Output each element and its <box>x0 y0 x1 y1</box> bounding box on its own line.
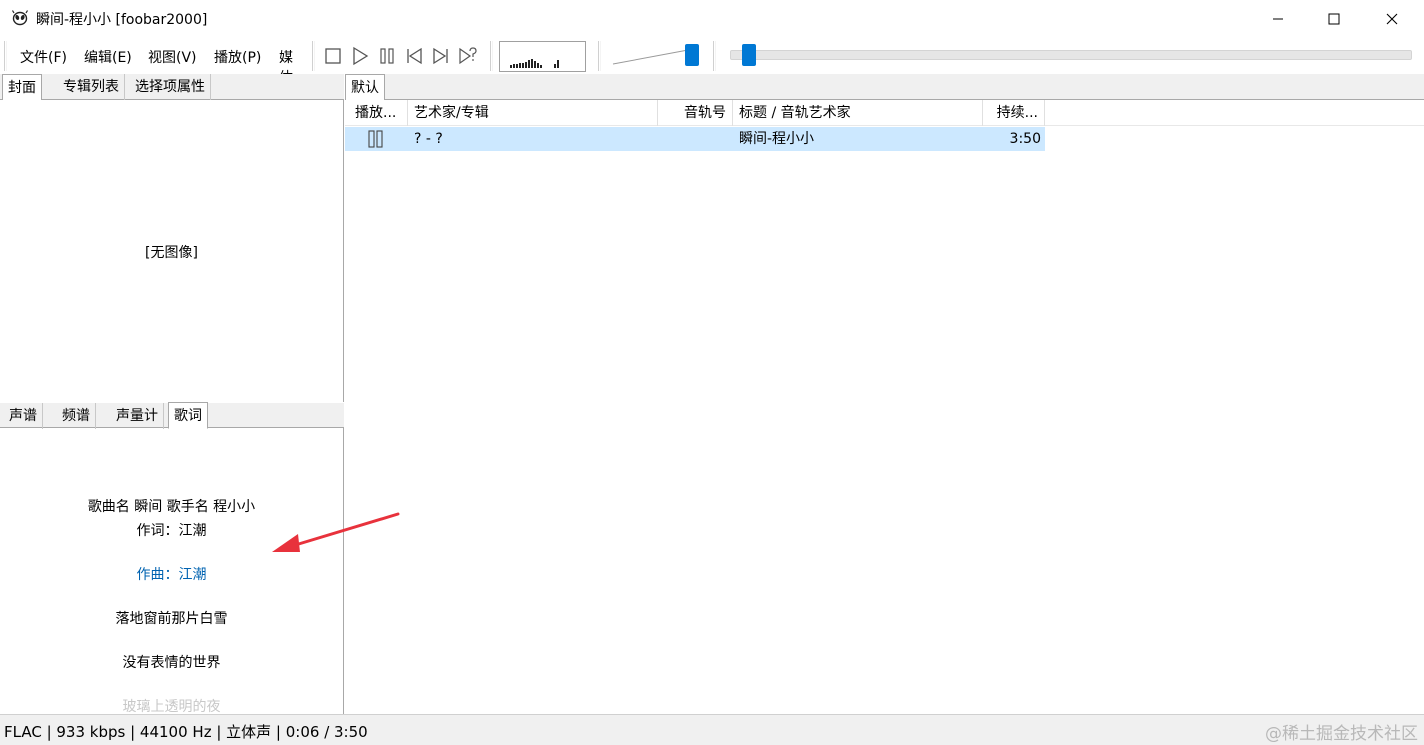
menu-library[interactable]: 媒体库(L) <box>279 47 306 74</box>
tab-vu-meter[interactable]: 声量计 <box>111 403 164 429</box>
play-icon[interactable] <box>350 46 370 66</box>
spectrum-visualizer[interactable] <box>499 41 586 72</box>
menu-playback[interactable]: 播放(P) <box>214 47 261 67</box>
lyric-line: 落地窗前那片白雪 <box>115 611 228 627</box>
tab-lyrics[interactable]: 歌词 <box>168 402 208 429</box>
menu-edit[interactable]: 编辑(E) <box>84 47 132 67</box>
tab-selection-properties[interactable]: 选择项属性 <box>130 74 211 100</box>
playlist-tabstrip: 默认 <box>345 74 1424 101</box>
column-header-artist-album[interactable]: 艺术家/专辑 <box>408 100 658 126</box>
menu-bar: 文件(F) 编辑(E) 视图(V) 播放(P) 媒体库(L) <box>0 38 306 74</box>
status-bar: FLAC | 933 kbps | 44100 Hz | 立体声 | 0:06 … <box>0 714 1424 745</box>
pause-icon[interactable] <box>377 46 397 66</box>
spectrum-bars-icon <box>510 59 559 68</box>
tab-spectrum[interactable]: 频谱 <box>57 403 96 429</box>
cell-artist-album: ? - ? <box>414 131 443 147</box>
pause-icon <box>368 130 383 148</box>
annotation-arrow-icon <box>272 512 400 552</box>
tab-default-playlist[interactable]: 默认 <box>345 74 385 101</box>
column-header-track-number[interactable]: 音轨号 <box>658 100 733 126</box>
window-title: 瞬间-程小小 [foobar2000] <box>36 12 208 28</box>
cell-duration: 3:50 <box>1009 131 1041 147</box>
close-icon <box>1386 13 1398 25</box>
close-button[interactable] <box>1363 0 1421 38</box>
tab-cover[interactable]: 封面 <box>2 74 42 101</box>
seek-bar-thumb[interactable] <box>742 44 756 66</box>
minimize-icon <box>1273 18 1283 20</box>
menu-file[interactable]: 文件(F) <box>20 47 67 67</box>
foobar-app-icon <box>11 10 29 26</box>
watermark: @稀土掘金技术社区 <box>1265 724 1418 744</box>
seek-bar[interactable] <box>730 50 1412 60</box>
maximize-button[interactable] <box>1305 0 1363 38</box>
no-image-placeholder: [无图像] <box>145 245 198 261</box>
column-header-title[interactable]: 标题 / 音轨艺术家 <box>733 100 983 126</box>
cell-track-number <box>675 127 727 151</box>
next-icon[interactable] <box>431 46 451 66</box>
left-bottom-tabstrip: 声谱 频谱 声量计 歌词 <box>0 402 344 429</box>
lyric-line-current: 作曲：江潮 <box>136 567 207 583</box>
maximize-icon <box>1328 13 1340 25</box>
previous-icon[interactable] <box>404 46 424 66</box>
left-top-tabstrip: 封面 专辑列表 选择项属性 <box>0 74 344 101</box>
cell-title: 瞬间-程小小 <box>739 131 815 147</box>
volume-slider-thumb[interactable] <box>685 44 699 66</box>
toolbar-grip[interactable] <box>713 41 716 71</box>
tab-spectrogram[interactable]: 声谱 <box>4 403 43 429</box>
lyric-line: 没有表情的世界 <box>122 655 221 671</box>
toolbar-grip[interactable] <box>490 41 493 71</box>
random-icon[interactable] <box>458 46 478 66</box>
left-panel: 封面 专辑列表 选择项属性 [无图像] 声谱 频谱 声量计 歌词 歌曲名 瞬间 … <box>0 74 344 714</box>
album-cover: [无图像] <box>0 100 343 398</box>
stop-icon[interactable] <box>323 46 343 66</box>
column-header-playing[interactable]: 播放... <box>349 100 408 126</box>
lyric-line-faded: 玻璃上透明的夜 <box>122 699 221 714</box>
status-text: FLAC | 933 kbps | 44100 Hz | 立体声 | 0:06 … <box>4 723 368 741</box>
volume-slider[interactable] <box>612 44 692 66</box>
title-bar: 瞬间-程小小 [foobar2000] <box>0 0 1424 38</box>
tab-album-list[interactable]: 专辑列表 <box>58 74 125 100</box>
playlist-panel: 默认 播放... 艺术家/专辑 音轨号 标题 / 音轨艺术家 持续... ? -… <box>345 74 1424 714</box>
column-header-duration[interactable]: 持续... <box>983 100 1045 126</box>
menu-view[interactable]: 视图(V) <box>148 47 197 67</box>
toolbar-grip[interactable] <box>312 41 315 71</box>
lyrics-panel: 歌曲名 瞬间 歌手名 程小小 作词：江潮 作曲：江潮 落地窗前那片白雪 没有表情… <box>0 430 343 714</box>
table-row[interactable]: ? - ? 瞬间-程小小 3:50 <box>345 127 1045 151</box>
toolbar-grip[interactable] <box>598 41 601 71</box>
foobar-window: 瞬间-程小小 [foobar2000] 文件(F) 编辑(E) 视图(V) 播放… <box>0 0 1424 745</box>
minimize-button[interactable] <box>1249 0 1307 38</box>
